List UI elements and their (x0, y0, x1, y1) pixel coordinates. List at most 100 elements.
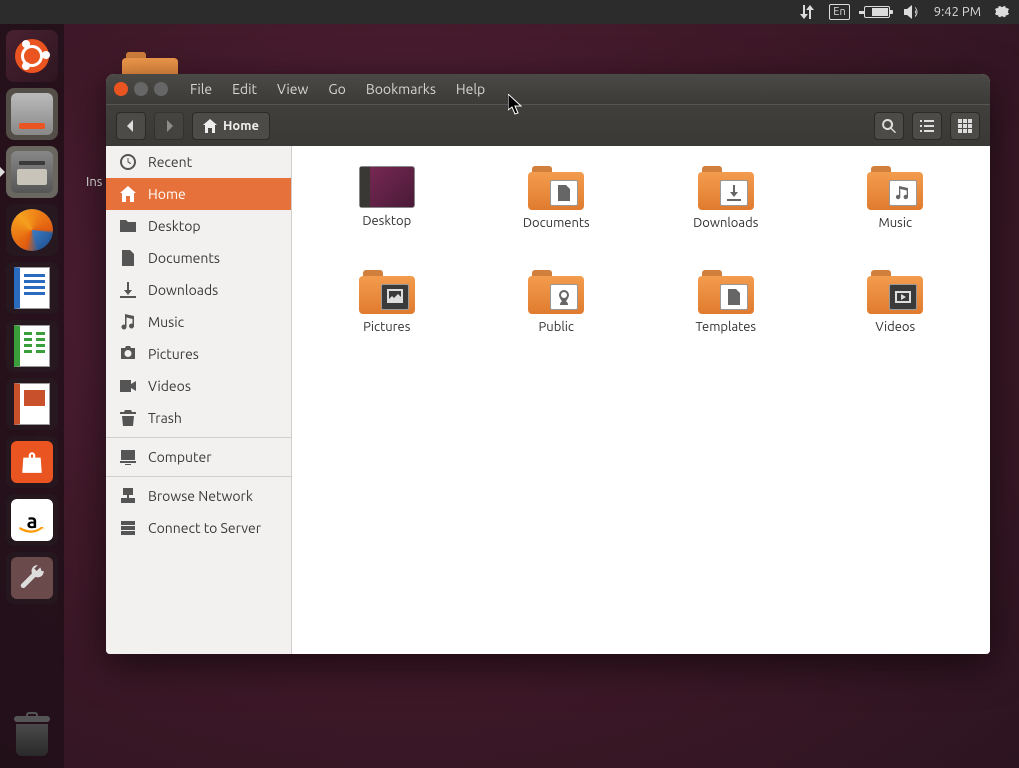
folder-icon (698, 166, 754, 210)
language-indicator[interactable]: En (829, 4, 849, 20)
sidebar-item-trash[interactable]: Trash (106, 402, 291, 434)
folder-icon (528, 166, 584, 210)
sidebar-item-recent[interactable]: Recent (106, 146, 291, 178)
sidebar-item-browse-network[interactable]: Browse Network (106, 480, 291, 512)
sidebar-label: Home (148, 186, 186, 202)
folder-label: Pictures (327, 320, 447, 334)
launcher-files[interactable] (6, 146, 58, 198)
disk-icon (11, 93, 53, 135)
menu-help[interactable]: Help (450, 79, 491, 99)
sidebar-item-connect-to-server[interactable]: Connect to Server (106, 512, 291, 544)
location-label: Home (223, 119, 259, 133)
menu-file[interactable]: File (184, 79, 218, 99)
folder-templates[interactable]: Templates (666, 270, 786, 360)
sidebar-item-pictures[interactable]: Pictures (106, 338, 291, 370)
clock-icon (120, 154, 136, 170)
folder-videos[interactable]: Videos (835, 270, 955, 360)
folder-label: Downloads (666, 216, 786, 230)
sidebar-item-computer[interactable]: Computer (106, 441, 291, 473)
minimize-button[interactable] (134, 82, 148, 96)
sidebar-item-home[interactable]: Home (106, 178, 291, 210)
launcher-trash[interactable] (6, 708, 58, 760)
sound-icon[interactable] (904, 5, 920, 19)
network-icon[interactable] (799, 5, 815, 19)
close-button[interactable] (114, 82, 128, 96)
folder-icon (528, 270, 584, 314)
wrench-icon (11, 557, 53, 599)
maximize-button[interactable] (154, 82, 168, 96)
writer-icon (14, 267, 50, 309)
nautilus-window: File Edit View Go Bookmarks Help Home Re… (106, 74, 990, 654)
sidebar-label: Documents (148, 250, 220, 266)
sidebar-item-desktop[interactable]: Desktop (106, 210, 291, 242)
folder-view[interactable]: Desktop Documents Downloads Music Pictures Pu… (292, 146, 990, 654)
back-button[interactable] (116, 112, 146, 140)
sidebar: Recent Home Desktop Documents Downloads Music… (106, 146, 292, 654)
launcher-writer[interactable] (6, 262, 58, 314)
calc-icon (14, 325, 50, 367)
launcher-calc[interactable] (6, 320, 58, 372)
folder-label: Public (496, 320, 616, 334)
menu-bookmarks[interactable]: Bookmarks (360, 79, 442, 99)
launcher-software[interactable] (6, 436, 58, 488)
folder-icon (867, 166, 923, 210)
music-icon (120, 314, 136, 330)
clock[interactable]: 9:42 PM (934, 5, 981, 19)
top-panel: En 9:42 PM (0, 0, 1019, 24)
launcher-amazon[interactable]: a (6, 494, 58, 546)
folder-icon (867, 270, 923, 314)
launcher-install[interactable] (6, 88, 58, 140)
sidebar-label: Videos (148, 378, 191, 394)
folder-icon (698, 270, 754, 314)
menu-go[interactable]: Go (322, 79, 351, 99)
network-icon (120, 488, 136, 504)
sidebar-label: Desktop (148, 218, 201, 234)
menubar: File Edit View Go Bookmarks Help (184, 79, 491, 99)
toolbar: Home (106, 104, 990, 146)
battery-icon[interactable] (864, 6, 890, 18)
launcher-dash[interactable] (6, 30, 58, 82)
launcher-firefox[interactable] (6, 204, 58, 256)
folder-label: Desktop (327, 214, 447, 228)
desktop-label-truncated: Ins (86, 175, 102, 189)
doc-icon (120, 250, 136, 266)
launcher-impress[interactable] (6, 378, 58, 430)
location-home[interactable]: Home (192, 112, 270, 140)
folder-desktop[interactable]: Desktop (327, 166, 447, 256)
sidebar-label: Recent (148, 154, 192, 170)
view-list-button[interactable] (912, 112, 942, 140)
video-icon (120, 378, 136, 394)
launcher-settings[interactable] (6, 552, 58, 604)
titlebar[interactable]: File Edit View Go Bookmarks Help (106, 74, 990, 104)
camera-icon (120, 346, 136, 362)
home-icon (203, 119, 217, 133)
server-icon (120, 520, 136, 536)
menu-edit[interactable]: Edit (226, 79, 263, 99)
sidebar-item-music[interactable]: Music (106, 306, 291, 338)
sidebar-item-videos[interactable]: Videos (106, 370, 291, 402)
folder-public[interactable]: Public (496, 270, 616, 360)
folder-label: Videos (835, 320, 955, 334)
sidebar-label: Connect to Server (148, 520, 261, 536)
sidebar-item-documents[interactable]: Documents (106, 242, 291, 274)
sidebar-label: Pictures (148, 346, 199, 362)
trash-icon (12, 712, 52, 756)
forward-button[interactable] (154, 112, 184, 140)
sidebar-item-downloads[interactable]: Downloads (106, 274, 291, 306)
folder-documents[interactable]: Documents (496, 166, 616, 256)
gear-icon[interactable] (995, 5, 1009, 19)
folder-music[interactable]: Music (835, 166, 955, 256)
search-button[interactable] (874, 112, 904, 140)
menu-view[interactable]: View (271, 79, 314, 99)
folder-icon (120, 218, 136, 234)
folder-label: Templates (666, 320, 786, 334)
sidebar-label: Music (148, 314, 184, 330)
sidebar-label: Trash (148, 410, 182, 426)
folder-downloads[interactable]: Downloads (666, 166, 786, 256)
sidebar-label: Downloads (148, 282, 218, 298)
folder-label: Documents (496, 216, 616, 230)
view-grid-button[interactable] (950, 112, 980, 140)
sidebar-label: Computer (148, 449, 212, 465)
home-icon (120, 186, 136, 202)
folder-pictures[interactable]: Pictures (327, 270, 447, 360)
